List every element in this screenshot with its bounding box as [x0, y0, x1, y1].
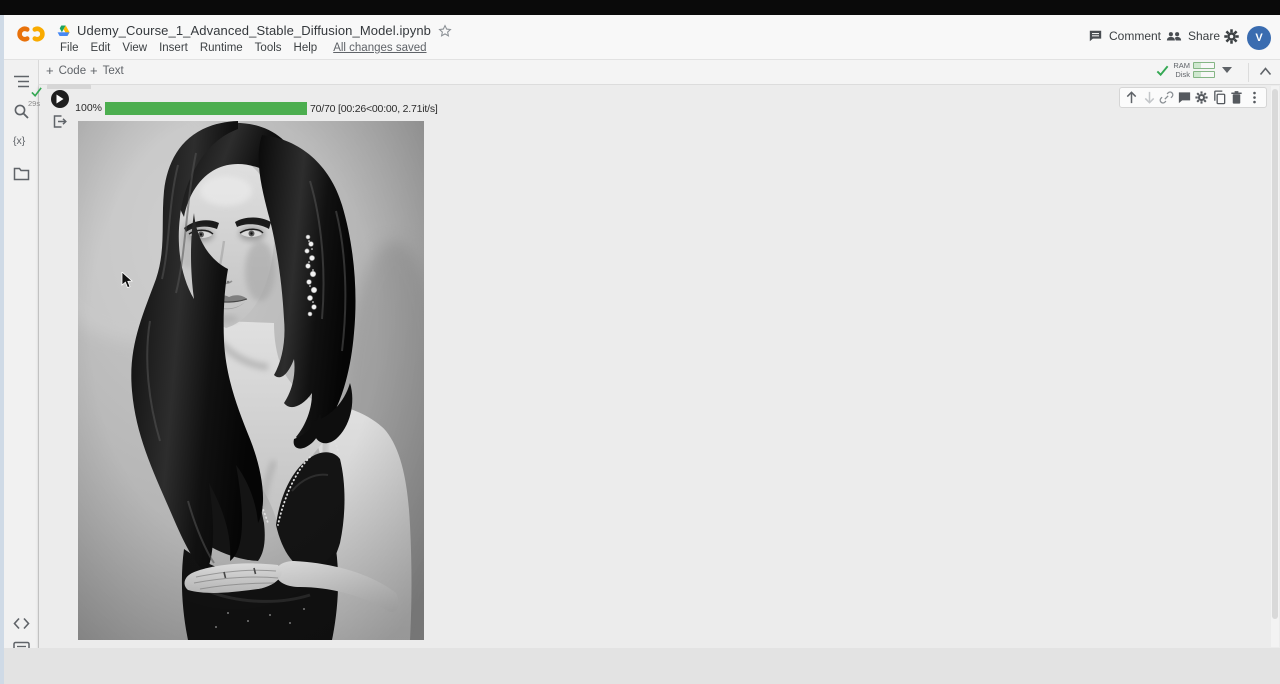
share-label: Share — [1188, 29, 1220, 43]
delete-cell-icon[interactable] — [1229, 90, 1244, 105]
comment-icon — [1088, 29, 1103, 43]
menu-view[interactable]: View — [122, 42, 147, 54]
toolbar-divider — [1248, 63, 1249, 82]
variables-icon[interactable]: {x} — [13, 135, 30, 152]
plus-icon: + — [90, 66, 98, 76]
star-icon[interactable] — [438, 24, 452, 38]
cell-toolbar — [1119, 87, 1267, 108]
copy-cell-icon[interactable] — [1212, 90, 1227, 105]
disk-meter — [1193, 71, 1215, 78]
vertical-scrollbar[interactable] — [1271, 86, 1279, 647]
cell-output-icon[interactable] — [52, 114, 68, 129]
notebook-toolbar: + Code + Text RAM Disk — [4, 60, 1280, 85]
top-black-bar — [0, 0, 1280, 15]
ram-label: RAM — [1173, 61, 1190, 70]
mouse-cursor — [121, 272, 133, 289]
comment-button[interactable]: Comment — [1088, 29, 1161, 43]
comment-label: Comment — [1109, 29, 1161, 43]
settings-gear-icon[interactable] — [1223, 28, 1240, 45]
add-text-button[interactable]: + Text — [90, 65, 124, 77]
progress-bar-fill — [105, 102, 307, 115]
drive-icon — [57, 25, 70, 37]
cell-settings-icon[interactable] — [1194, 90, 1209, 105]
add-code-label: Code — [59, 65, 87, 77]
link-icon[interactable] — [1159, 90, 1174, 105]
share-button[interactable]: Share — [1166, 29, 1220, 43]
colab-logo-icon[interactable] — [14, 24, 48, 44]
generated-portrait — [78, 121, 424, 640]
add-code-button[interactable]: + Code — [46, 65, 86, 77]
move-cell-up-icon[interactable] — [1124, 90, 1139, 105]
menu-tools[interactable]: Tools — [255, 42, 282, 54]
move-cell-down-icon[interactable] — [1142, 90, 1157, 105]
code-snippets-icon[interactable] — [13, 617, 30, 634]
menu-help[interactable]: Help — [294, 42, 318, 54]
cell-success-check-icon — [30, 86, 43, 98]
ram-meter — [1193, 62, 1215, 69]
disk-label: Disk — [1173, 70, 1190, 79]
play-icon — [56, 94, 64, 104]
notebook-title[interactable]: Udemy_Course_1_Advanced_Stable_Diffusion… — [77, 23, 431, 38]
menu-runtime[interactable]: Runtime — [200, 42, 243, 54]
menu-file[interactable]: File — [60, 42, 79, 54]
progress-percent: 100% — [74, 102, 102, 114]
cell-exec-time: 29s — [28, 99, 40, 108]
files-icon[interactable] — [13, 166, 30, 183]
comment-cell-icon[interactable] — [1177, 90, 1192, 105]
cell-top-tab — [47, 84, 91, 89]
more-options-icon[interactable] — [1247, 90, 1262, 105]
header: Udemy_Course_1_Advanced_Stable_Diffusion… — [4, 15, 1280, 60]
connected-check-icon — [1155, 63, 1170, 78]
left-sidebar — [4, 60, 39, 684]
collapse-header-icon[interactable] — [1259, 67, 1272, 76]
menu-bar: File Edit View Insert Runtime Tools Help… — [60, 42, 427, 54]
share-icon — [1166, 29, 1182, 43]
resources-indicator[interactable]: RAM Disk — [1155, 61, 1232, 79]
run-cell-button[interactable] — [51, 90, 69, 108]
progress-status: 70/70 [00:26<00:00, 2.71it/s] — [310, 103, 438, 115]
table-of-contents-icon[interactable] — [13, 73, 30, 90]
add-text-label: Text — [103, 65, 124, 77]
output-image — [78, 121, 424, 640]
menu-edit[interactable]: Edit — [91, 42, 111, 54]
resources-dropdown-icon[interactable] — [1222, 67, 1232, 73]
colab-window: Udemy_Course_1_Advanced_Stable_Diffusion… — [0, 0, 1280, 684]
below-notebook-strip — [4, 648, 1280, 684]
progress-bar — [105, 102, 307, 115]
plus-icon: + — [46, 66, 54, 76]
avatar[interactable]: V — [1247, 26, 1271, 50]
scrollbar-thumb[interactable] — [1272, 89, 1278, 619]
save-status[interactable]: All changes saved — [333, 42, 426, 54]
avatar-initial: V — [1255, 32, 1262, 44]
menu-insert[interactable]: Insert — [159, 42, 188, 54]
